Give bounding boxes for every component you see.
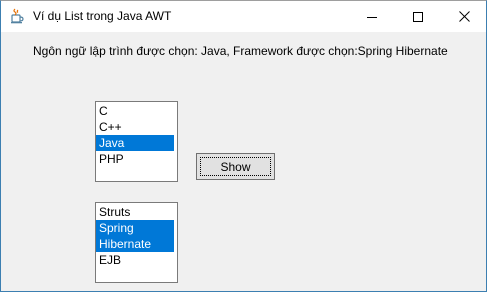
maximize-button[interactable] <box>395 1 441 32</box>
list-item-hibernate[interactable]: Hibernate <box>96 236 174 252</box>
desktop: Ví dụ List trong Java AWT Ngôn ngữ lập t… <box>0 0 489 296</box>
language-list[interactable]: C C++ Java PHP <box>95 101 178 182</box>
list-item-spring[interactable]: Spring <box>96 220 174 236</box>
list-item-java[interactable]: Java <box>96 135 174 151</box>
title-bar[interactable]: Ví dụ List trong Java AWT <box>1 1 486 32</box>
close-icon <box>458 7 470 26</box>
list-item-cpp[interactable]: C++ <box>96 119 174 135</box>
list-item-struts[interactable]: Struts <box>96 204 174 220</box>
list-item-c[interactable]: C <box>96 103 174 119</box>
show-button-label: Show <box>220 159 251 174</box>
java-cup-icon <box>9 8 25 24</box>
close-button[interactable] <box>441 1 487 32</box>
window-title: Ví dụ List trong Java AWT <box>33 9 172 23</box>
maximize-icon <box>413 7 423 26</box>
minimize-button[interactable] <box>349 1 395 32</box>
show-button[interactable]: Show <box>196 153 275 180</box>
list-item-ejb[interactable]: EJB <box>96 252 174 268</box>
framework-list[interactable]: Struts Spring Hibernate EJB <box>95 202 178 283</box>
list-item-php[interactable]: PHP <box>96 151 174 167</box>
minimize-icon <box>367 7 377 26</box>
app-window: Ví dụ List trong Java AWT Ngôn ngữ lập t… <box>0 0 487 292</box>
selection-info-label: Ngôn ngữ lập trình được chọn: Java, Fram… <box>33 44 448 58</box>
